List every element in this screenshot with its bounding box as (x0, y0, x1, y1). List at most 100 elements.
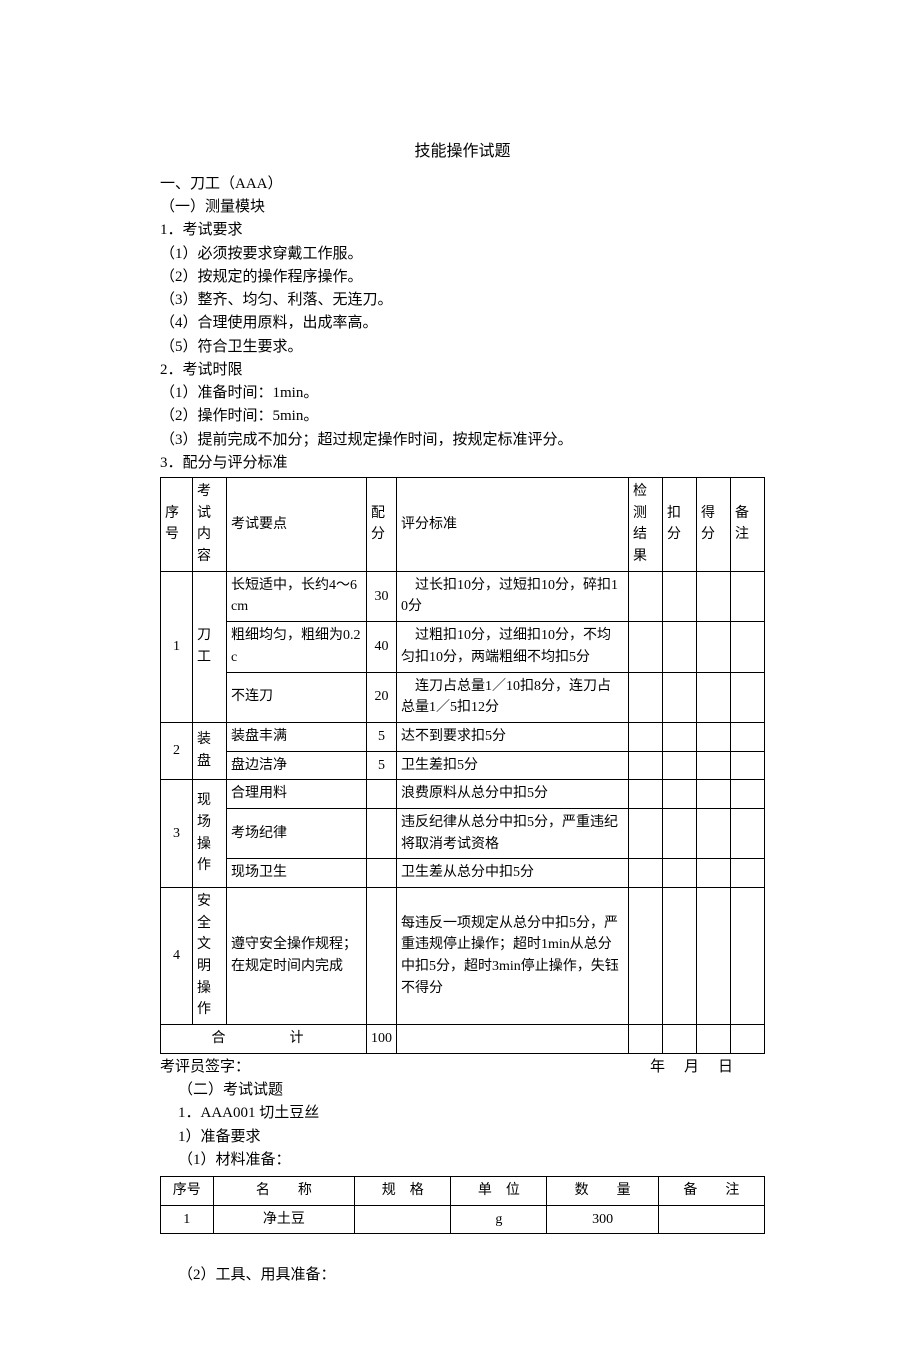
cell-got (697, 672, 731, 722)
cell-check (629, 1025, 663, 1054)
mcell-qty: 300 (547, 1205, 658, 1234)
total-label: 合 计 (161, 1025, 367, 1054)
cell-deduct (663, 808, 697, 858)
time-item: （3）提前完成不加分；超过规定操作时间，按规定标准评分。 (160, 429, 765, 452)
section1-sub1: （一）测量模块 (160, 196, 765, 219)
cell-point: 遵守安全操作规程；在规定时间内完成 (227, 888, 367, 1025)
cell-got (697, 571, 731, 621)
cell-got (697, 722, 731, 751)
cell-check (629, 808, 663, 858)
cell-point: 粗细均匀，粗细为0.2 c (227, 622, 367, 672)
section2-heading: （二）考试试题 (160, 1079, 765, 1102)
cell-got (697, 622, 731, 672)
cell-seq: 3 (161, 780, 193, 888)
th-content: 考试内容 (193, 478, 227, 572)
section2-prep: 1）准备要求 (160, 1126, 765, 1149)
cell-point: 现场卫生 (227, 859, 367, 888)
cell-deduct (663, 672, 697, 722)
req-item: （5）符合卫生要求。 (160, 336, 765, 359)
th-score: 配分 (367, 478, 397, 572)
mth-seq: 序号 (161, 1177, 214, 1206)
scoring-table: 序号 考试内容 考试要点 配分 评分标准 检测结果 扣分 得分 备注 1 刀工 … (160, 477, 765, 1054)
table-row: 3 现场操作 合理用料 浪费原料从总分中扣5分 (161, 780, 765, 809)
cell-criteria: 过长扣10分，过短扣10分，碎扣10分 (397, 571, 629, 621)
materials-header-row: 序号 名 称 规 格 单 位 数 量 备 注 (161, 1177, 765, 1206)
cell-criteria: 卫生差扣5分 (397, 751, 629, 780)
mcell-name: 净土豆 (213, 1205, 355, 1234)
mth-remark: 备 注 (658, 1177, 764, 1206)
cell-content: 安全文明操作 (193, 888, 227, 1025)
materials-label: （1）材料准备： (160, 1149, 765, 1172)
cell-criteria: 卫生差从总分中扣5分 (397, 859, 629, 888)
signature-right: 年 月 日 (650, 1056, 765, 1079)
cell-check (629, 751, 663, 780)
th-points: 考试要点 (227, 478, 367, 572)
tools-label: （2）工具、用具准备： (160, 1264, 765, 1287)
time-heading: 2．考试时限 (160, 359, 765, 382)
materials-row: 1 净土豆 g 300 (161, 1205, 765, 1234)
page-title: 技能操作试题 (160, 140, 765, 165)
cell-deduct (663, 622, 697, 672)
req-item: （1）必须按要求穿戴工作服。 (160, 243, 765, 266)
signature-left: 考评员签字： (160, 1056, 250, 1079)
cell-criteria: 违反纪律从总分中扣5分，严重违纪将取消考试资格 (397, 808, 629, 858)
cell-remark (731, 672, 765, 722)
cell-criteria: 每违反一项规定从总分中扣5分，严重违规停止操作；超时1min从总分中扣5分，超时… (397, 888, 629, 1025)
scoring-heading: 3．配分与评分标准 (160, 452, 765, 475)
cell-got (697, 751, 731, 780)
cell-got (697, 859, 731, 888)
cell-point: 不连刀 (227, 672, 367, 722)
cell-remark (731, 722, 765, 751)
cell-deduct (663, 571, 697, 621)
table-row: 1 刀工 长短适中，长约4～6cm 30 过长扣10分，过短扣10分，碎扣10分 (161, 571, 765, 621)
cell-deduct (663, 722, 697, 751)
table-row: 盘边洁净 5 卫生差扣5分 (161, 751, 765, 780)
mcell-remark (658, 1205, 764, 1234)
cell-criteria: 达不到要求扣5分 (397, 722, 629, 751)
mth-unit: 单 位 (451, 1177, 547, 1206)
time-item: （1）准备时间：1min。 (160, 382, 765, 405)
req-item: （3）整齐、均匀、利落、无连刀。 (160, 289, 765, 312)
cell-score: 5 (367, 722, 397, 751)
cell-remark (731, 751, 765, 780)
cell-point: 考场纪律 (227, 808, 367, 858)
cell-got (697, 888, 731, 1025)
table-row: 不连刀 20 连刀占总量1／10扣8分，连刀占总量1／5扣12分 (161, 672, 765, 722)
cell-check (629, 859, 663, 888)
mcell-unit: g (451, 1205, 547, 1234)
th-criteria: 评分标准 (397, 478, 629, 572)
table-row: 考场纪律 违反纪律从总分中扣5分，严重违纪将取消考试资格 (161, 808, 765, 858)
mth-qty: 数 量 (547, 1177, 658, 1206)
cell-deduct (663, 780, 697, 809)
signature-row: 考评员签字： 年 月 日 (160, 1056, 765, 1079)
mcell-seq: 1 (161, 1205, 214, 1234)
materials-table: 序号 名 称 规 格 单 位 数 量 备 注 1 净土豆 g 300 (160, 1176, 765, 1234)
cell-deduct (663, 751, 697, 780)
section2-item: 1．AAA001 切土豆丝 (160, 1102, 765, 1125)
th-check: 检测结果 (629, 478, 663, 572)
cell-point: 装盘丰满 (227, 722, 367, 751)
cell-remark (731, 1025, 765, 1054)
mcell-spec (355, 1205, 451, 1234)
cell-seq: 4 (161, 888, 193, 1025)
cell-check (629, 780, 663, 809)
cell-deduct (663, 888, 697, 1025)
cell-score (367, 808, 397, 858)
th-seq: 序号 (161, 478, 193, 572)
cell-score (367, 859, 397, 888)
table-row: 4 安全文明操作 遵守安全操作规程；在规定时间内完成 每违反一项规定从总分中扣5… (161, 888, 765, 1025)
cell-check (629, 722, 663, 751)
cell-criteria: 浪费原料从总分中扣5分 (397, 780, 629, 809)
cell-seq: 1 (161, 571, 193, 722)
cell-deduct (663, 859, 697, 888)
cell-deduct (663, 1025, 697, 1054)
table-row: 2 装盘 装盘丰满 5 达不到要求扣5分 (161, 722, 765, 751)
cell-content: 现场操作 (193, 780, 227, 888)
cell-point: 合理用料 (227, 780, 367, 809)
cell-score: 30 (367, 571, 397, 621)
cell-content: 装盘 (193, 722, 227, 779)
cell-seq: 2 (161, 722, 193, 779)
cell-criteria: 过粗扣10分，过细扣10分，不均匀扣10分，两端粗细不均扣5分 (397, 622, 629, 672)
cell-score: 20 (367, 672, 397, 722)
req-item: （2）按规定的操作程序操作。 (160, 266, 765, 289)
